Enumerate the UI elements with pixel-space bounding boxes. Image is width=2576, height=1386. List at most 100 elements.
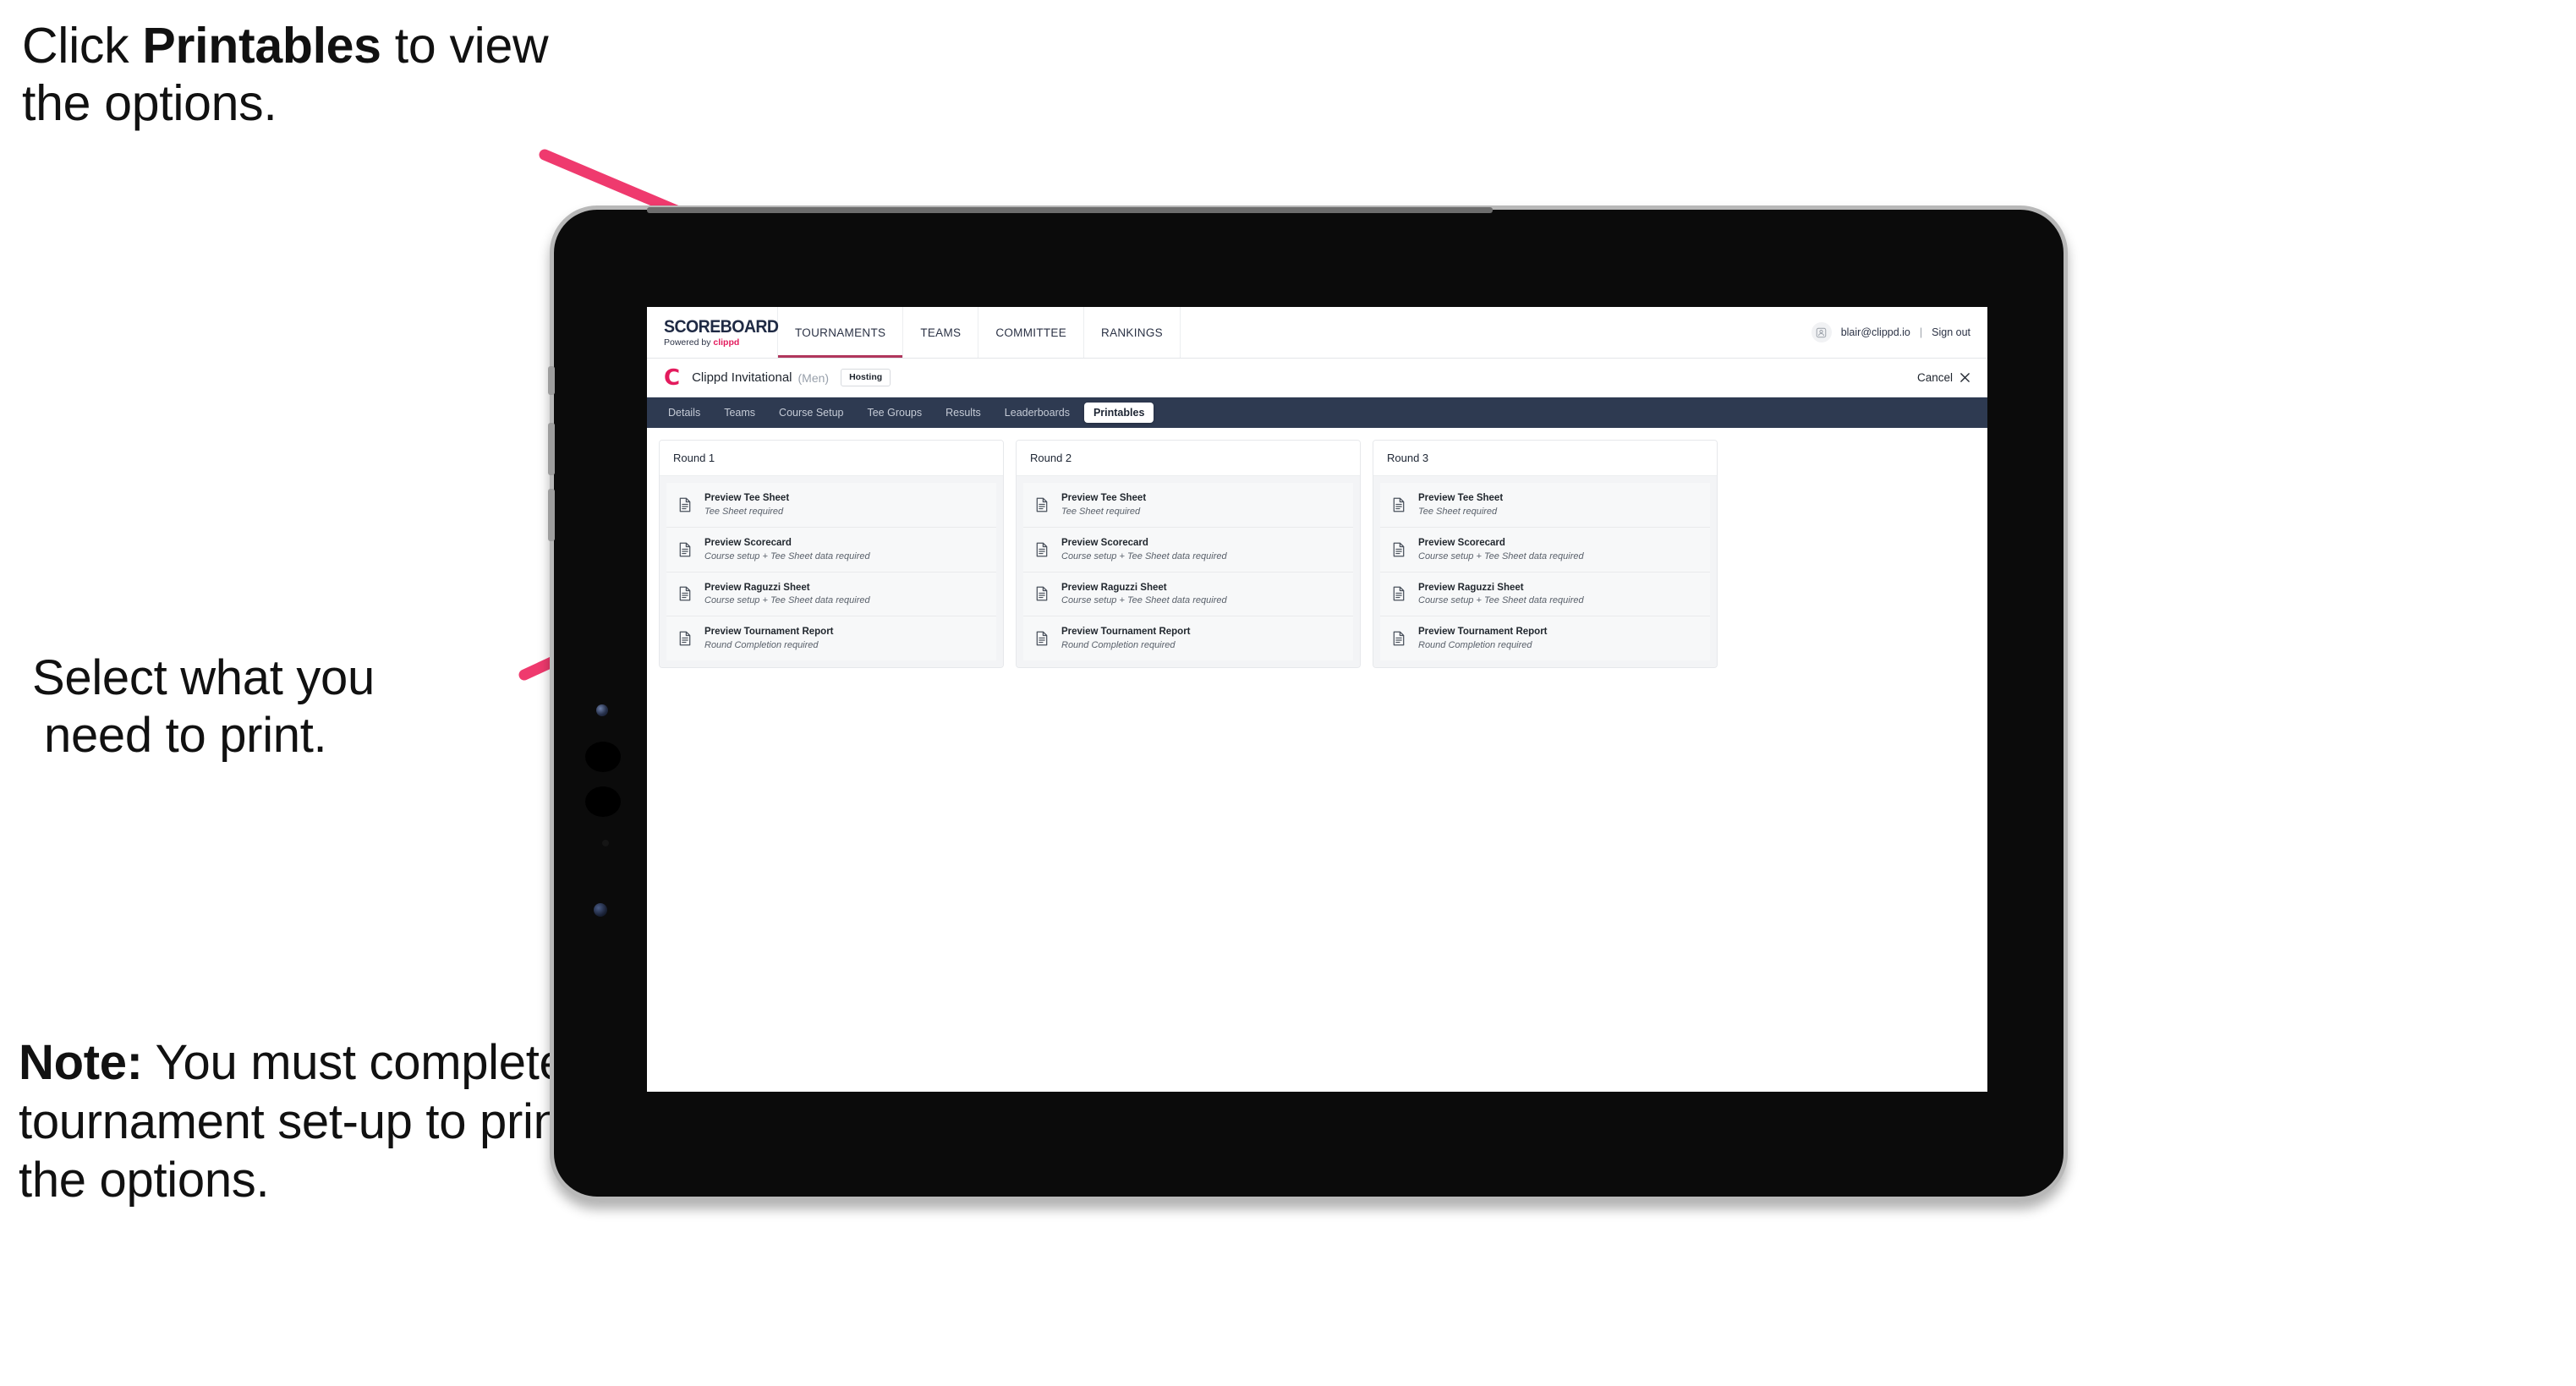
list-item-text: Preview Tee Sheet Tee Sheet required bbox=[1061, 492, 1146, 518]
list-item-title: Preview Tee Sheet bbox=[704, 493, 790, 503]
list-item[interactable]: Preview Tournament Report Round Completi… bbox=[1380, 616, 1710, 661]
logo-tagline-brand: clippd bbox=[713, 337, 740, 348]
tab-tee-groups[interactable]: Tee Groups bbox=[858, 403, 931, 423]
list-item-text: Preview Scorecard Course setup + Tee She… bbox=[1418, 537, 1584, 562]
list-item-title: Preview Tee Sheet bbox=[1418, 493, 1504, 503]
bezel-sensor-blob-lower bbox=[585, 786, 621, 817]
scoreboard-logo[interactable]: SCOREBOARD Powered by clippd bbox=[647, 307, 779, 358]
bezel-secondary-lens-icon bbox=[594, 903, 607, 917]
site-header: SCOREBOARD Powered by clippd TOURNAMENTS… bbox=[647, 307, 1987, 359]
sign-out-link[interactable]: Sign out bbox=[1932, 326, 1970, 338]
clippd-logo-icon: C bbox=[664, 364, 681, 391]
tablet-side-button-power[interactable] bbox=[548, 366, 555, 395]
cancel-button[interactable]: Cancel bbox=[1917, 371, 1970, 384]
tab-course-setup[interactable]: Course Setup bbox=[770, 403, 852, 423]
nav-item-committee[interactable]: COMMITTEE bbox=[978, 307, 1085, 358]
list-item-subtitle: Course setup + Tee Sheet data required bbox=[1061, 595, 1227, 606]
document-icon bbox=[1036, 587, 1048, 601]
logo-tagline-prefix: Powered by bbox=[664, 337, 714, 348]
tournament-name: Clippd Invitational bbox=[692, 370, 792, 385]
round-printable-list: Preview Tee Sheet Tee Sheet required Pre… bbox=[1373, 476, 1717, 668]
round-printable-list: Preview Tee Sheet Tee Sheet required Pre… bbox=[660, 476, 1003, 668]
list-item[interactable]: Preview Tee Sheet Tee Sheet required bbox=[666, 483, 996, 528]
list-item-text: Preview Raguzzi Sheet Course setup + Tee… bbox=[1418, 582, 1584, 607]
tournament-tab-strip: Details Teams Course Setup Tee Groups Re… bbox=[647, 397, 1987, 428]
tablet-side-button-volume-up[interactable] bbox=[548, 423, 555, 475]
nav-item-rankings[interactable]: RANKINGS bbox=[1083, 307, 1181, 358]
nav-item-teams[interactable]: TEAMS bbox=[902, 307, 979, 358]
annotation-click-bold: Printables bbox=[142, 18, 381, 74]
logo-tagline: Powered by clippd bbox=[664, 338, 778, 348]
list-item[interactable]: Preview Tournament Report Round Completi… bbox=[666, 616, 996, 661]
document-icon bbox=[679, 631, 691, 646]
tablet-top-bezel-strip bbox=[647, 207, 1493, 213]
list-item[interactable]: Preview Tournament Report Round Completi… bbox=[1023, 616, 1353, 661]
document-icon bbox=[679, 587, 691, 601]
document-icon bbox=[1036, 631, 1048, 646]
list-item-title: Preview Raguzzi Sheet bbox=[704, 582, 810, 593]
round-column: Round 3 Preview Tee Sheet Tee Sheet requ… bbox=[1373, 440, 1718, 669]
user-email-label: blair@clippd.io bbox=[1840, 326, 1910, 338]
list-item-text: Preview Tee Sheet Tee Sheet required bbox=[1418, 492, 1503, 518]
nav-item-tournaments[interactable]: TOURNAMENTS bbox=[777, 307, 904, 358]
list-item[interactable]: Preview Tee Sheet Tee Sheet required bbox=[1023, 483, 1353, 528]
bezel-sensor-speck bbox=[602, 840, 609, 846]
list-item-title: Preview Scorecard bbox=[1061, 537, 1148, 548]
list-item-text: Preview Tournament Report Round Completi… bbox=[1418, 626, 1548, 651]
tab-leaderboards[interactable]: Leaderboards bbox=[995, 403, 1079, 423]
list-item-title: Preview Raguzzi Sheet bbox=[1418, 582, 1524, 593]
avatar[interactable] bbox=[1811, 322, 1832, 342]
list-item-title: Preview Tee Sheet bbox=[1061, 493, 1147, 503]
tab-teams[interactable]: Teams bbox=[715, 403, 765, 423]
tournament-title-bar: C Clippd Invitational (Men) Hosting Canc… bbox=[647, 359, 1987, 397]
annotation-select-line1: Select what you bbox=[32, 650, 375, 705]
document-icon bbox=[1393, 587, 1405, 601]
close-icon bbox=[1960, 373, 1970, 382]
list-item-text: Preview Scorecard Course setup + Tee She… bbox=[704, 537, 870, 562]
user-separator: | bbox=[1919, 326, 1923, 338]
tablet-device-frame: SCOREBOARD Powered by clippd TOURNAMENTS… bbox=[548, 205, 2068, 1201]
document-icon bbox=[679, 497, 691, 512]
list-item-text: Preview Scorecard Course setup + Tee She… bbox=[1061, 537, 1227, 562]
document-icon bbox=[1036, 497, 1048, 512]
round-title: Round 1 bbox=[660, 441, 1003, 476]
document-icon bbox=[1036, 542, 1048, 557]
tablet-side-button-volume-down[interactable] bbox=[548, 489, 555, 541]
user-avatar-icon bbox=[1816, 327, 1827, 337]
list-item-text: Preview Tournament Report Round Completi… bbox=[704, 626, 834, 651]
cancel-button-label: Cancel bbox=[1916, 371, 1953, 384]
tab-results[interactable]: Results bbox=[936, 403, 990, 423]
tab-printables[interactable]: Printables bbox=[1083, 403, 1154, 423]
list-item-text: Preview Raguzzi Sheet Course setup + Tee… bbox=[704, 582, 870, 607]
list-item[interactable]: Preview Tee Sheet Tee Sheet required bbox=[1380, 483, 1710, 528]
list-item-title: Preview Scorecard bbox=[704, 537, 792, 548]
list-item-text: Preview Tournament Report Round Completi… bbox=[1061, 626, 1191, 651]
list-item-subtitle: Tee Sheet required bbox=[1418, 506, 1498, 517]
user-account-area: blair@clippd.io | Sign out bbox=[1811, 307, 1987, 358]
list-item-subtitle: Tee Sheet required bbox=[704, 506, 784, 517]
list-item[interactable]: Preview Scorecard Course setup + Tee She… bbox=[666, 527, 996, 572]
tournament-gender: (Men) bbox=[797, 370, 830, 385]
round-printable-list: Preview Tee Sheet Tee Sheet required Pre… bbox=[1017, 476, 1360, 668]
status-badge: Hosting bbox=[841, 369, 891, 386]
list-item-subtitle: Round Completion required bbox=[1061, 640, 1176, 651]
tab-details[interactable]: Details bbox=[659, 403, 710, 423]
list-item-text: Preview Tee Sheet Tee Sheet required bbox=[704, 492, 789, 518]
list-item[interactable]: Preview Raguzzi Sheet Course setup + Tee… bbox=[666, 572, 996, 617]
list-item-title: Preview Tournament Report bbox=[704, 627, 834, 638]
annotation-select-print: Select what you need to print. bbox=[32, 649, 556, 765]
list-item[interactable]: Preview Raguzzi Sheet Course setup + Tee… bbox=[1380, 572, 1710, 617]
document-icon bbox=[679, 542, 691, 557]
front-camera-icon bbox=[596, 704, 608, 716]
tablet-screen: SCOREBOARD Powered by clippd TOURNAMENTS… bbox=[647, 307, 1987, 1092]
list-item[interactable]: Preview Raguzzi Sheet Course setup + Tee… bbox=[1023, 572, 1353, 617]
list-item[interactable]: Preview Scorecard Course setup + Tee She… bbox=[1023, 527, 1353, 572]
list-item-title: Preview Tournament Report bbox=[1418, 627, 1548, 638]
list-item[interactable]: Preview Scorecard Course setup + Tee She… bbox=[1380, 527, 1710, 572]
round-title: Round 2 bbox=[1017, 441, 1360, 476]
bezel-sensor-blob-upper bbox=[585, 742, 621, 772]
list-item-text: Preview Raguzzi Sheet Course setup + Tee… bbox=[1061, 582, 1227, 607]
list-item-title: Preview Tournament Report bbox=[1061, 627, 1191, 638]
primary-navigation: TOURNAMENTS TEAMS COMMITTEE RANKINGS bbox=[777, 307, 1181, 358]
list-item-subtitle: Round Completion required bbox=[1418, 640, 1532, 651]
